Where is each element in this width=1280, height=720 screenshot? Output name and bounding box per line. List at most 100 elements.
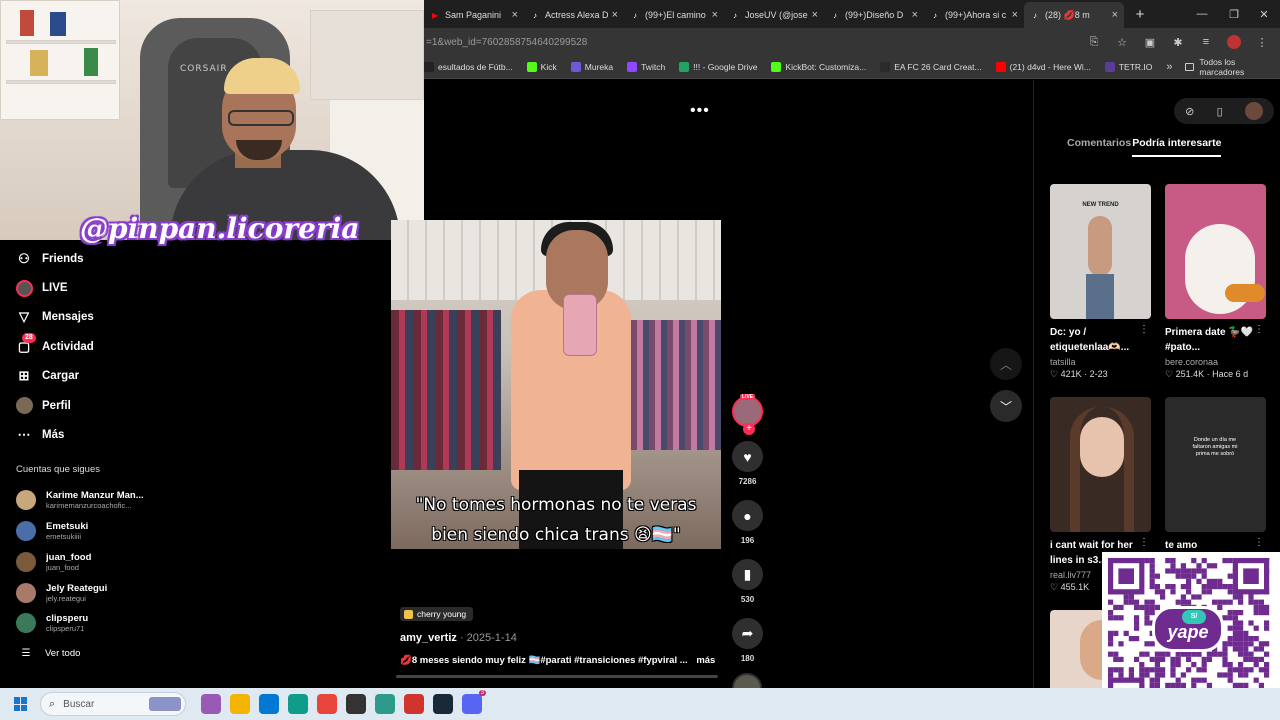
- all-bookmarks-button[interactable]: Todos los marcadores: [1184, 57, 1272, 77]
- video-thumbnail[interactable]: [1050, 397, 1151, 532]
- suggested-video-card[interactable]: Donde un día me faltaron amigas mi prima…: [1165, 397, 1266, 553]
- follow-plus-button[interactable]: +: [743, 423, 755, 435]
- close-tab-icon[interactable]: ×: [1112, 9, 1118, 21]
- more-link[interactable]: más: [696, 655, 715, 666]
- sidebar-item-friends[interactable]: ⚇ Friends: [0, 244, 150, 273]
- account-handle: jely.reategui: [46, 593, 86, 603]
- browser-menu-icon[interactable]: ⋮: [1252, 32, 1272, 52]
- close-tab-icon[interactable]: ×: [912, 9, 918, 21]
- obs-icon[interactable]: [346, 694, 366, 714]
- card-options-icon[interactable]: ⋮: [1254, 324, 1264, 335]
- ai-app-icon[interactable]: [201, 694, 221, 714]
- see-all-link[interactable]: ☰ Ver todo: [0, 639, 150, 669]
- taskbar-search[interactable]: ⌕ Buscar: [40, 692, 186, 716]
- discord-icon[interactable]: 3: [462, 690, 486, 714]
- suggested-video-card[interactable]: NEW TREND ⋮ Dc: yo / etiquetenlaa🫶🏻... tat…: [1050, 184, 1151, 380]
- card-author[interactable]: tatsilla: [1050, 357, 1151, 367]
- bookmark-item[interactable]: !!! - Google Drive: [679, 62, 757, 72]
- browser-tab[interactable]: ♪ JoseUV (@jose ×: [724, 2, 824, 28]
- bookmark-item[interactable]: EA FC 26 Card Creat...: [880, 62, 982, 72]
- author-username[interactable]: amy_vertiz: [400, 632, 457, 644]
- media-controls-icon[interactable]: ≡: [1196, 32, 1216, 52]
- more-options-button[interactable]: •••: [690, 102, 710, 120]
- minimize-button[interactable]: —: [1186, 0, 1218, 28]
- tab-comments[interactable]: Comentarios: [1067, 137, 1131, 157]
- recorder-icon[interactable]: [404, 694, 424, 714]
- video-thumbnail[interactable]: [1165, 184, 1266, 319]
- bookmark-item[interactable]: TETR.IO: [1104, 62, 1152, 72]
- followed-account[interactable]: Karime Manzur Man... karimemanzurcoachofi…: [0, 485, 150, 516]
- creator-avatar[interactable]: LIVE +: [732, 394, 763, 435]
- card-options-icon[interactable]: ⋮: [1139, 537, 1149, 548]
- video-thumbnail[interactable]: NEW TREND: [1050, 184, 1151, 319]
- card-options-icon[interactable]: ⋮: [1254, 537, 1264, 548]
- bookmark-item[interactable]: (21) d4vd - Here Wi...: [995, 62, 1091, 72]
- like-button[interactable]: ♥: [732, 441, 763, 472]
- close-window-button[interactable]: ✕: [1248, 0, 1280, 28]
- sidebar-item-profile[interactable]: Perfil: [0, 391, 150, 420]
- comment-icon: ●: [743, 507, 752, 524]
- profile-avatar-icon[interactable]: [1224, 32, 1244, 52]
- bookmarks-overflow-button[interactable]: »: [1166, 61, 1172, 73]
- bookmark-label: EA FC 26 Card Creat...: [894, 62, 982, 72]
- edge-icon[interactable]: [288, 694, 308, 714]
- device-icon[interactable]: ▯: [1217, 105, 1223, 118]
- notepad-icon[interactable]: [375, 694, 395, 714]
- close-tab-icon[interactable]: ×: [712, 9, 718, 21]
- maximize-button[interactable]: ❐: [1218, 0, 1250, 28]
- video-progress-bar[interactable]: [396, 675, 718, 678]
- sidebar-item-live[interactable]: LIVE: [0, 273, 150, 302]
- bookmark-item[interactable]: Twitch: [627, 62, 665, 72]
- next-video-button[interactable]: ﹀: [990, 390, 1022, 422]
- sidebar-item-upload[interactable]: ⊞ Cargar: [0, 362, 150, 391]
- comment-button[interactable]: ●: [732, 500, 763, 531]
- tab-suggested[interactable]: Podría interesarte: [1132, 137, 1222, 157]
- address-bar: =1&web_id=7602858754640299528 ⎘ ☆ ▣ ✱ ≡ …: [424, 28, 1280, 56]
- new-tab-button[interactable]: +: [1128, 6, 1152, 23]
- previous-video-button[interactable]: ︿: [990, 348, 1022, 380]
- close-tab-icon[interactable]: ×: [512, 9, 518, 21]
- store-icon[interactable]: [259, 694, 279, 714]
- share-button[interactable]: ➦: [732, 618, 763, 649]
- followed-account[interactable]: clipsperu clipsperu71: [0, 608, 150, 639]
- video-thumbnail[interactable]: Donde un día me faltaron amigas mi prima…: [1165, 397, 1266, 532]
- sidebar-item-more[interactable]: ⋯ Más: [0, 420, 150, 449]
- browser-tab[interactable]: ♪ (99+)Ahora si c ×: [924, 2, 1024, 28]
- sidebar-item-messages[interactable]: ▽ Mensajes: [0, 303, 150, 332]
- browser-tab[interactable]: ♪ (99+)El camino ×: [624, 2, 724, 28]
- close-tab-icon[interactable]: ×: [612, 9, 618, 21]
- install-app-icon[interactable]: ⎘: [1084, 32, 1104, 52]
- card-options-icon[interactable]: ⋮: [1139, 324, 1149, 335]
- file-explorer-icon[interactable]: [230, 694, 250, 714]
- save-button[interactable]: ▮: [732, 559, 763, 590]
- bookmark-item[interactable]: Mureka: [570, 62, 613, 72]
- all-bookmarks-label: Todos los marcadores: [1199, 57, 1245, 77]
- browser-tab[interactable]: ♪ Actress Alexa D ×: [524, 2, 624, 28]
- browser-tab[interactable]: ♪ (99+)Diseño D ×: [824, 2, 924, 28]
- followed-account[interactable]: juan_food juan_food: [0, 546, 150, 577]
- sound-chip[interactable]: cherry young: [400, 607, 474, 621]
- sidebar-item-activity[interactable]: ▢ Actividad 28: [0, 332, 150, 361]
- extension-icon[interactable]: ▣: [1140, 32, 1160, 52]
- windows-start-icon[interactable]: [14, 697, 28, 711]
- browser-tab[interactable]: ▶ Sam Paganini ×: [424, 2, 524, 28]
- bookmark-item[interactable]: esultados de Fútb...: [424, 62, 513, 72]
- user-avatar[interactable]: [1244, 102, 1263, 120]
- compass-icon[interactable]: ⊘: [1185, 105, 1194, 118]
- followed-account[interactable]: Emetsuki emetsukiiii: [0, 516, 150, 547]
- card-author[interactable]: bere.coronaa: [1165, 357, 1266, 367]
- extensions-puzzle-icon[interactable]: ✱: [1168, 32, 1188, 52]
- url-field[interactable]: =1&web_id=7602858754640299528: [426, 37, 1084, 48]
- suggested-video-card[interactable]: ⋮ Primera date 🦆🤍 #pato... bere.coronaa ♡ 2…: [1165, 184, 1266, 380]
- close-tab-icon[interactable]: ×: [812, 9, 818, 21]
- chrome-icon[interactable]: [317, 694, 337, 714]
- followed-account[interactable]: Jely Reategui jely.reategui: [0, 577, 150, 608]
- caption-line-1: "No tomes hormonas no te veras: [415, 495, 697, 515]
- bookmark-star-icon[interactable]: ☆: [1112, 32, 1132, 52]
- bookmark-item[interactable]: KickBot: Customiza...: [771, 62, 866, 72]
- browser-tab[interactable]: ♪ (28) 💋8 m ×: [1024, 2, 1124, 28]
- bookmark-item[interactable]: Kick: [526, 62, 557, 72]
- video-player[interactable]: "No tomes hormonas no te veras bien sien…: [391, 220, 721, 549]
- steam-icon[interactable]: [433, 694, 453, 714]
- close-tab-icon[interactable]: ×: [1012, 9, 1018, 21]
